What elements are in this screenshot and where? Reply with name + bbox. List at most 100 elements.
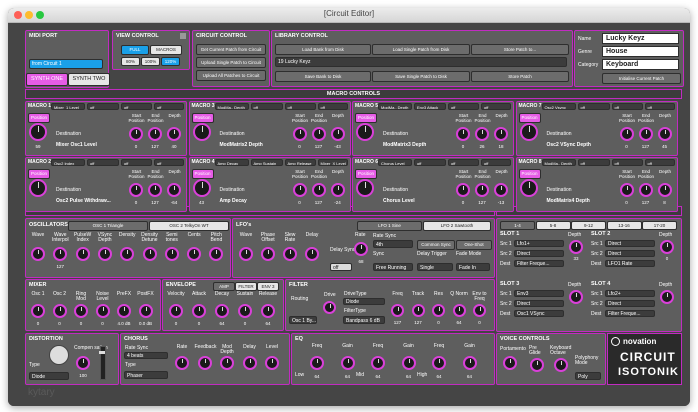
macro-target-4[interactable]: off xyxy=(644,103,675,110)
macro-target-1[interactable]: ModMa.. Depth xyxy=(541,159,576,166)
eq-knob[interactable] xyxy=(462,356,477,370)
macro-target-2[interactable]: off xyxy=(250,103,283,110)
zoom-120-button[interactable]: 120% xyxy=(161,57,180,66)
macro-target-1[interactable]: Osc2 Index xyxy=(51,159,85,166)
macro-position-button[interactable]: Position xyxy=(518,113,541,123)
chorus-knob[interactable] xyxy=(197,356,212,370)
macros-view-button[interactable]: MACROS xyxy=(150,45,182,55)
macro-start-knob[interactable] xyxy=(619,183,634,197)
macro-position-knob[interactable] xyxy=(192,123,211,141)
polyphony-select[interactable]: Poly xyxy=(575,372,601,380)
macro-target-3[interactable]: off xyxy=(448,159,479,166)
macro-end-knob[interactable] xyxy=(638,127,653,141)
patch-name-field[interactable]: Lucky Keyz xyxy=(602,33,679,44)
osc-knob[interactable] xyxy=(97,247,112,261)
macro-end-knob[interactable] xyxy=(311,183,326,197)
load-single-button[interactable]: Load Single Patch from Disk xyxy=(372,44,470,55)
filter-knob[interactable] xyxy=(473,304,486,317)
keyboard-octave-knob[interactable] xyxy=(554,358,568,372)
macro-depth-knob[interactable] xyxy=(494,183,508,197)
osc-knob[interactable] xyxy=(31,247,45,261)
macro-end-knob[interactable] xyxy=(638,183,653,197)
macro-depth-knob[interactable] xyxy=(330,127,345,141)
save-single-button[interactable]: Save Single Patch to Disk xyxy=(372,71,470,82)
mixer-knob[interactable] xyxy=(52,304,67,318)
one-shot-button[interactable]: One-Shot xyxy=(456,240,492,250)
macro-position-knob[interactable] xyxy=(519,179,538,197)
genre-select[interactable]: House xyxy=(602,46,679,57)
upload-all-button[interactable]: Upload All Patches to Circuit xyxy=(196,70,266,81)
mod-slot-src1-select[interactable]: Env3 xyxy=(514,290,564,297)
distortion-slider[interactable] xyxy=(99,346,106,380)
mod-slot-src1-select[interactable]: Lfo2+ xyxy=(605,290,655,297)
rate-sync-select[interactable]: 4th xyxy=(373,240,413,248)
mod-slot-depth-knob[interactable] xyxy=(660,290,674,304)
envelope-knob[interactable] xyxy=(238,304,252,318)
mixer-knob[interactable] xyxy=(31,304,45,318)
macro-start-knob[interactable] xyxy=(619,127,634,141)
mod-slot-dest-select[interactable]: Filter Freque... xyxy=(514,260,564,267)
osc-knob[interactable] xyxy=(120,247,135,261)
chorus-knob[interactable] xyxy=(242,356,257,370)
macro-position-button[interactable]: Position xyxy=(191,169,214,179)
view-toggle-icon[interactable] xyxy=(180,33,186,39)
macro-position-knob[interactable] xyxy=(29,179,47,197)
macro-target-3[interactable]: Amp Release xyxy=(284,159,316,166)
store-patch-button[interactable]: Store Patch xyxy=(471,71,569,82)
macro-target-3[interactable]: off xyxy=(121,159,152,166)
mod-slot-src2-select[interactable]: Direct xyxy=(605,250,655,257)
mod-matrix-tab[interactable]: 17-20 xyxy=(642,221,677,230)
delay-trigger-select[interactable]: Single xyxy=(417,263,453,271)
chorus-knob[interactable] xyxy=(265,356,279,370)
mod-slot-depth-knob[interactable] xyxy=(660,240,674,254)
load-bank-button[interactable]: Load Bank from Disk xyxy=(275,44,371,55)
drive-knob[interactable] xyxy=(323,301,336,314)
envelope-knob[interactable] xyxy=(261,304,275,318)
macro-target-1[interactable]: Osc2 Vsync xyxy=(541,103,576,110)
macro-start-knob[interactable] xyxy=(292,183,307,197)
macro-end-knob[interactable] xyxy=(475,127,489,141)
synth-one-button[interactable]: SYNTH ONE xyxy=(26,73,68,86)
sync-select[interactable]: Free Running xyxy=(373,263,413,271)
osc-knob[interactable] xyxy=(209,247,224,261)
macro-position-button[interactable]: Position xyxy=(518,169,541,179)
osc-knob[interactable] xyxy=(53,247,68,261)
macro-depth-knob[interactable] xyxy=(657,183,672,197)
macro-start-knob[interactable] xyxy=(129,183,143,197)
mod-slot-depth-knob[interactable] xyxy=(569,290,583,304)
mixer-knob[interactable] xyxy=(74,304,88,318)
osc-knob[interactable] xyxy=(164,247,179,261)
macro-target-4[interactable]: off xyxy=(644,159,675,166)
macro-depth-knob[interactable] xyxy=(657,127,672,141)
macro-target-2[interactable]: Amp Sustain xyxy=(250,159,283,166)
macro-start-knob[interactable] xyxy=(456,183,470,197)
macro-target-2[interactable]: off xyxy=(87,159,119,166)
osc1-tab[interactable]: OSC 1 Triangle xyxy=(68,221,148,231)
chorus-type-select[interactable]: Phaser xyxy=(124,371,168,379)
chorus-knob[interactable] xyxy=(175,356,189,370)
lfo-knob[interactable] xyxy=(239,247,253,261)
portamento-knob[interactable] xyxy=(503,356,517,370)
eq-knob[interactable] xyxy=(310,356,324,370)
macro-start-knob[interactable] xyxy=(292,127,307,141)
midi-port-select[interactable]: from Circuit 1 xyxy=(29,59,103,69)
mod-slot-src1-select[interactable]: Direct xyxy=(605,240,655,247)
mod-slot-dest-select[interactable]: Osc1 VSync xyxy=(514,310,564,317)
macro-target-4[interactable]: off xyxy=(481,159,511,166)
full-view-button[interactable]: FULL xyxy=(121,45,149,55)
macro-depth-knob[interactable] xyxy=(330,183,345,197)
eq-knob[interactable] xyxy=(432,356,446,370)
mixer-knob[interactable] xyxy=(95,304,110,318)
upload-patch-button[interactable]: Upload Single Patch to Circuit xyxy=(196,57,266,68)
lfo2-tab[interactable]: LFO 2 Sawtooth xyxy=(423,221,491,231)
chorus-knob[interactable] xyxy=(220,356,234,370)
macro-end-knob[interactable] xyxy=(148,183,162,197)
macro-target-4[interactable]: off xyxy=(154,159,184,166)
macro-end-knob[interactable] xyxy=(475,183,489,197)
macro-target-4[interactable]: off xyxy=(481,103,511,110)
filter-knob[interactable] xyxy=(411,304,425,317)
compensation-knob[interactable] xyxy=(76,356,90,370)
macro-target-4[interactable]: off xyxy=(317,103,348,110)
rate-knob[interactable] xyxy=(354,242,368,256)
macro-position-button[interactable]: Position xyxy=(355,169,377,179)
